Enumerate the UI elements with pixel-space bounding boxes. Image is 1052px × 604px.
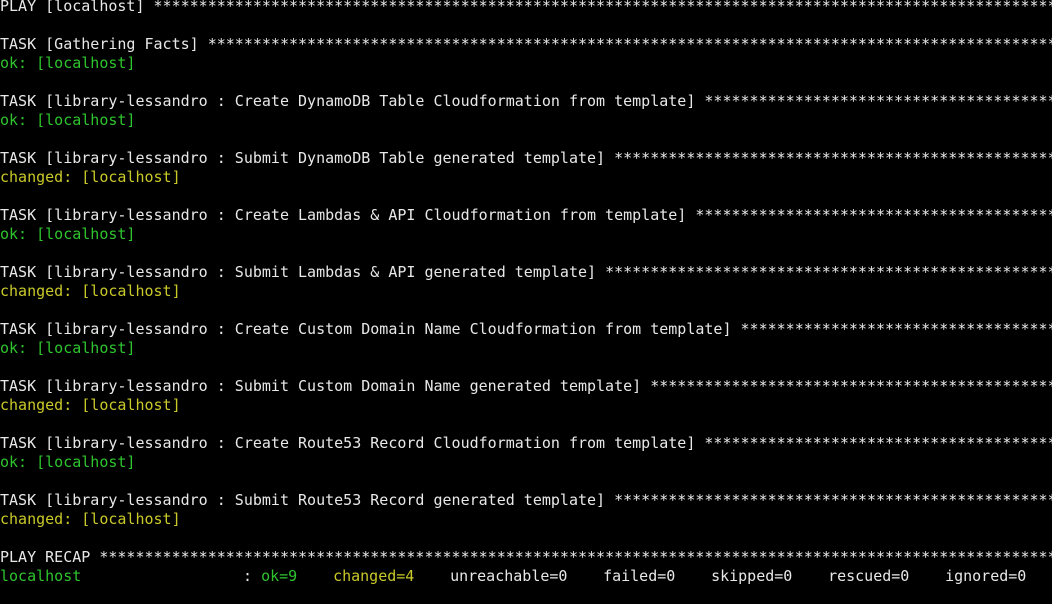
task-header: TASK [library-lessandro : Submit Custom … xyxy=(0,377,651,395)
separator-stars: ****************************************… xyxy=(704,434,1052,452)
separator-stars: ****************************************… xyxy=(695,206,1052,224)
play-header: PLAY [localhost] xyxy=(0,0,154,15)
task-header: TASK [library-lessandro : Submit DynamoD… xyxy=(0,149,615,167)
recap-rescued: rescued=0 xyxy=(828,567,910,585)
task-header: TASK [Gathering Facts] xyxy=(0,35,208,53)
separator-stars: ****************************************… xyxy=(614,149,1052,167)
task-header: TASK [library-lessandro : Create DynamoD… xyxy=(0,92,705,110)
terminal-output: PLAY [localhost] ***********************… xyxy=(0,0,1052,604)
separator-stars: ****************************************… xyxy=(605,263,1052,281)
task-header-line: TASK [library-lessandro : Create DynamoD… xyxy=(0,92,1052,111)
task-header-line: TASK [library-lessandro : Submit Custom … xyxy=(0,377,1052,396)
task-result: changed: [localhost] xyxy=(0,396,181,414)
task-result: ok: [localhost] xyxy=(0,339,136,357)
task-result: ok: [localhost] xyxy=(0,54,136,72)
recap-header: PLAY RECAP xyxy=(0,548,100,566)
play-header-line: PLAY [localhost] ***********************… xyxy=(0,0,1052,16)
recap-changed: changed=4 xyxy=(333,567,415,585)
task-header-line: TASK [library-lessandro : Submit Lambdas… xyxy=(0,263,1052,282)
task-result: ok: [localhost] xyxy=(0,225,136,243)
recap-host: localhost xyxy=(0,567,82,585)
task-header-line: TASK [library-lessandro : Submit DynamoD… xyxy=(0,149,1052,168)
recap-ignored: ignored=0 xyxy=(945,567,1027,585)
recap-separator: : xyxy=(243,567,262,585)
separator-stars: ****************************************… xyxy=(740,320,1052,338)
separator-stars: ****************************************… xyxy=(704,92,1052,110)
task-result: changed: [localhost] xyxy=(0,282,181,300)
separator-stars: ****************************************… xyxy=(614,491,1052,509)
task-result: ok: [localhost] xyxy=(0,111,136,129)
recap-ok: ok=9 xyxy=(261,567,298,585)
separator-stars: ****************************************… xyxy=(207,35,1052,53)
separator-stars: ****************************************… xyxy=(99,548,1052,566)
recap-failed: failed=0 xyxy=(603,567,676,585)
task-header-line: TASK [library-lessandro : Create Lambdas… xyxy=(0,206,1052,225)
task-header-line: TASK [library-lessandro : Create Custom … xyxy=(0,320,1052,339)
task-header: TASK [library-lessandro : Create Route53… xyxy=(0,434,705,452)
task-header-line: TASK [library-lessandro : Create Route53… xyxy=(0,434,1052,453)
recap-row: localhost: ok=9 changed=4 unreachable=0 fai… xyxy=(0,567,1052,586)
task-header: TASK [library-lessandro : Create Lambdas… xyxy=(0,206,696,224)
task-list: TASK [Gathering Facts] *****************… xyxy=(0,35,1052,548)
task-header-line: TASK [Gathering Facts] *****************… xyxy=(0,35,1052,54)
task-result: changed: [localhost] xyxy=(0,168,181,186)
task-header-line: TASK [library-lessandro : Submit Route53… xyxy=(0,491,1052,510)
separator-stars: ****************************************… xyxy=(153,0,1052,15)
recap-skipped: skipped=0 xyxy=(711,567,793,585)
task-header: TASK [library-lessandro : Create Custom … xyxy=(0,320,741,338)
task-header: TASK [library-lessandro : Submit Lambdas… xyxy=(0,263,606,281)
recap-header-line: PLAY RECAP *****************************… xyxy=(0,548,1052,567)
task-header: TASK [library-lessandro : Submit Route53… xyxy=(0,491,615,509)
recap-unreachable: unreachable=0 xyxy=(450,567,568,585)
task-result: ok: [localhost] xyxy=(0,453,136,471)
task-result: changed: [localhost] xyxy=(0,510,181,528)
separator-stars: ****************************************… xyxy=(650,377,1052,395)
